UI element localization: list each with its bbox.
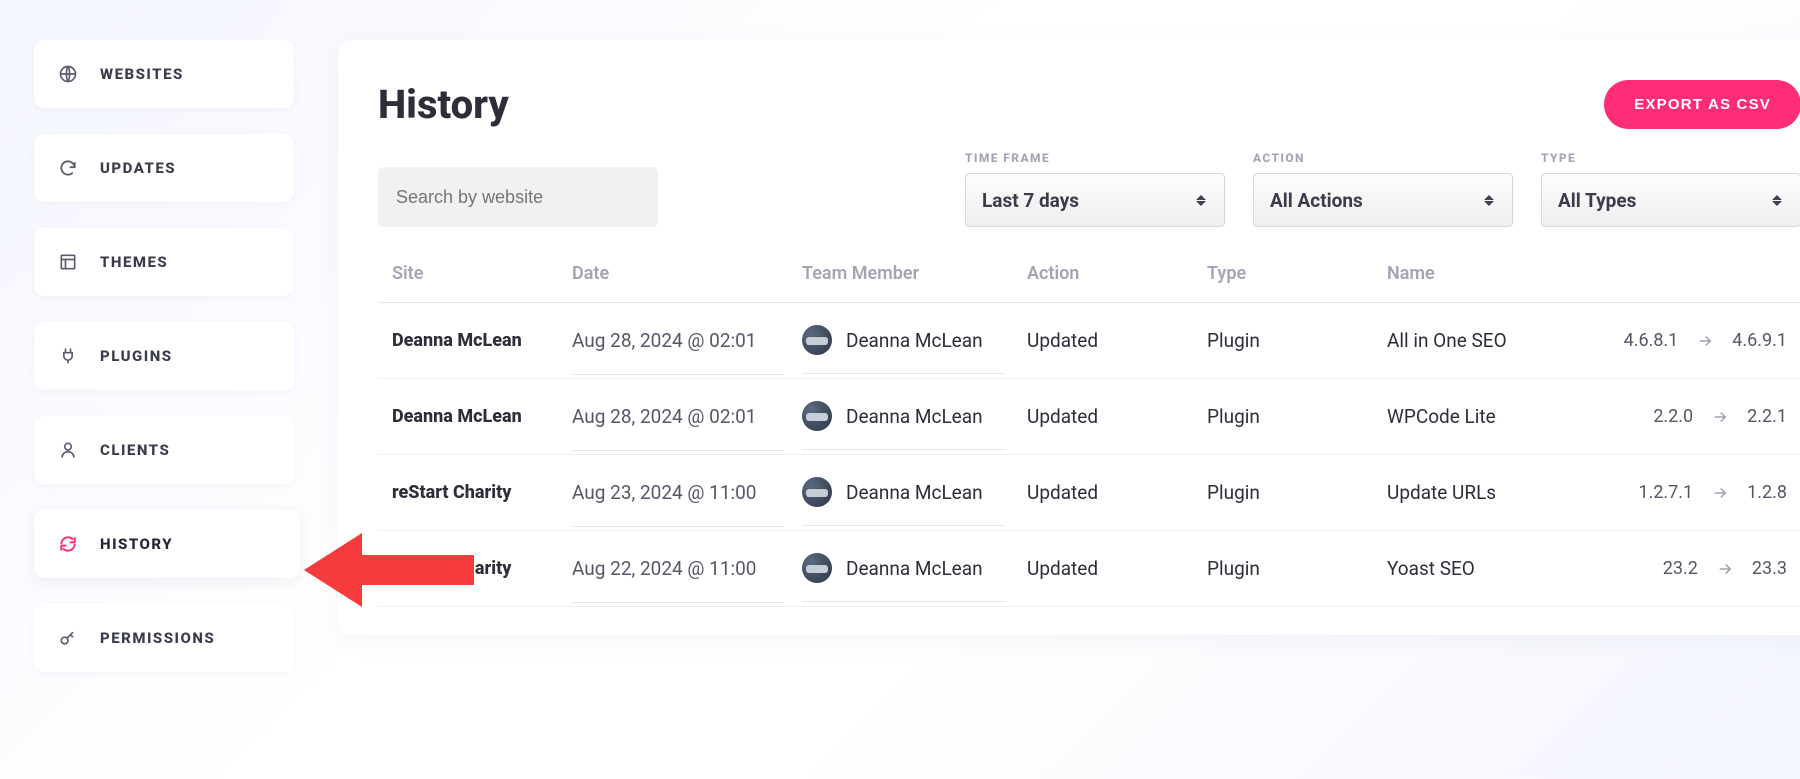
member-name: Deanna McLean <box>846 557 983 580</box>
sidebar-item-websites[interactable]: WEBSITES <box>34 40 294 108</box>
version-to: 4.6.9.1 <box>1732 330 1787 351</box>
col-action: Action <box>1027 263 1207 284</box>
chevron-updown-icon <box>1484 192 1496 208</box>
version-to: 23.3 <box>1752 558 1787 579</box>
search-input[interactable] <box>378 167 658 227</box>
cell-type: Plugin <box>1207 405 1387 428</box>
cell-name: WPCode Lite <box>1387 405 1557 428</box>
cell-type: Plugin <box>1207 557 1387 580</box>
plug-icon <box>58 346 78 366</box>
timeframe-select[interactable]: Last 7 days <box>965 173 1225 227</box>
avatar <box>802 477 832 507</box>
refresh-icon <box>58 158 78 178</box>
avatar <box>802 325 832 355</box>
member-name: Deanna McLean <box>846 405 983 428</box>
cell-action: Updated <box>1027 329 1207 352</box>
table-row: Deanna McLeanAug 28, 2024 @ 02:01Deanna … <box>378 379 1800 455</box>
table-row: reStart CharityAug 23, 2024 @ 11:00 Deann… <box>378 455 1800 531</box>
cell-action: Updated <box>1027 557 1207 580</box>
export-csv-button[interactable]: EXPORT AS CSV <box>1604 80 1800 129</box>
cell-action: Updated <box>1027 481 1207 504</box>
version-from: 2.2.0 <box>1653 406 1693 427</box>
person-icon <box>58 440 78 460</box>
avatar <box>802 553 832 583</box>
table-row: Deanna McLeanAug 28, 2024 @ 02:01Deanna … <box>378 303 1800 379</box>
chevron-updown-icon <box>1196 192 1208 208</box>
cell-date: Aug 22, 2024 @ 11:00 <box>572 557 784 603</box>
chevron-updown-icon <box>1772 192 1784 208</box>
refresh-icon <box>58 534 78 554</box>
sidebar-item-label: CLIENTS <box>100 441 170 459</box>
cell-action: Updated <box>1027 405 1207 428</box>
version-to: 2.2.1 <box>1747 406 1787 427</box>
table-header: Site Date Team Member Action Type Name <box>378 263 1800 303</box>
sidebar-item-permissions[interactable]: PERMISSIONS <box>34 604 294 672</box>
sidebar-item-label: THEMES <box>100 253 168 271</box>
cell-version: 4.6.8.1 4.6.9.1 <box>1557 330 1787 351</box>
cell-site: Deanna McLean <box>392 406 572 427</box>
cell-site: Deanna McLean <box>392 330 572 351</box>
cell-member: Deanna McLean <box>802 477 1005 526</box>
search-wrap <box>378 167 658 227</box>
sidebar-item-history[interactable]: HISTORY <box>34 510 300 578</box>
cell-date: Aug 23, 2024 @ 11:00 <box>572 481 784 527</box>
version-from: 4.6.8.1 <box>1624 330 1679 351</box>
arrow-right-icon <box>1716 560 1734 578</box>
history-panel: History EXPORT AS CSV TIME FRAME Last 7 … <box>338 40 1800 635</box>
arrow-right-icon <box>1711 484 1729 502</box>
globe-icon <box>58 64 78 84</box>
col-date: Date <box>572 263 802 284</box>
cell-version: 1.2.7.1 1.2.8 <box>1557 482 1787 503</box>
col-name: Name <box>1387 263 1557 284</box>
cell-name: All in One SEO <box>1387 329 1557 352</box>
filter-label-type: TYPE <box>1541 151 1800 165</box>
sidebar-item-label: WEBSITES <box>100 65 184 83</box>
action-select[interactable]: All Actions <box>1253 173 1513 227</box>
avatar <box>802 401 832 431</box>
sidebar-item-updates[interactable]: UPDATES <box>34 134 294 202</box>
member-name: Deanna McLean <box>846 329 983 352</box>
cell-name: Yoast SEO <box>1387 557 1557 580</box>
col-team-member: Team Member <box>802 263 1027 284</box>
version-to: 1.2.8 <box>1747 482 1787 503</box>
page-title: History <box>378 81 509 128</box>
filter-label-action: ACTION <box>1253 151 1513 165</box>
table-row: reStart CharityAug 22, 2024 @ 11:00 Deann… <box>378 531 1800 607</box>
select-value: All Actions <box>1270 189 1484 212</box>
arrow-right-icon <box>1711 408 1729 426</box>
cell-type: Plugin <box>1207 329 1387 352</box>
col-site: Site <box>392 263 572 284</box>
col-type: Type <box>1207 263 1387 284</box>
version-from: 23.2 <box>1663 558 1698 579</box>
filter-label-timeframe: TIME FRAME <box>965 151 1225 165</box>
cell-date: Aug 28, 2024 @ 02:01 <box>572 329 784 375</box>
cell-date: Aug 28, 2024 @ 02:01 <box>572 405 784 451</box>
sidebar-item-themes[interactable]: THEMES <box>34 228 294 296</box>
cell-site: reStart Charity <box>392 482 572 503</box>
sidebar-item-label: UPDATES <box>100 159 176 177</box>
cell-site: reStart Charity <box>392 558 572 579</box>
sidebar-item-clients[interactable]: CLIENTS <box>34 416 294 484</box>
history-table: Site Date Team Member Action Type Name D… <box>378 263 1800 607</box>
cell-member: Deanna McLean <box>802 401 1005 450</box>
cell-member: Deanna McLean <box>802 325 1005 374</box>
select-value: All Types <box>1558 189 1772 212</box>
layout-icon <box>58 252 78 272</box>
key-icon <box>58 628 78 648</box>
sidebar-item-label: PLUGINS <box>100 347 173 365</box>
sidebar: WEBSITES UPDATES THEMES <box>34 40 294 672</box>
cell-type: Plugin <box>1207 481 1387 504</box>
cell-member: Deanna McLean <box>802 553 1005 602</box>
cell-name: Update URLs <box>1387 481 1557 504</box>
cell-version: 2.2.0 2.2.1 <box>1557 406 1787 427</box>
sidebar-item-label: HISTORY <box>100 535 173 553</box>
select-value: Last 7 days <box>982 189 1196 212</box>
type-select[interactable]: All Types <box>1541 173 1800 227</box>
sidebar-item-label: PERMISSIONS <box>100 629 215 647</box>
arrow-right-icon <box>1696 332 1714 350</box>
sidebar-item-plugins[interactable]: PLUGINS <box>34 322 294 390</box>
cell-version: 23.2 23.3 <box>1557 558 1787 579</box>
member-name: Deanna McLean <box>846 481 983 504</box>
version-from: 1.2.7.1 <box>1638 482 1693 503</box>
